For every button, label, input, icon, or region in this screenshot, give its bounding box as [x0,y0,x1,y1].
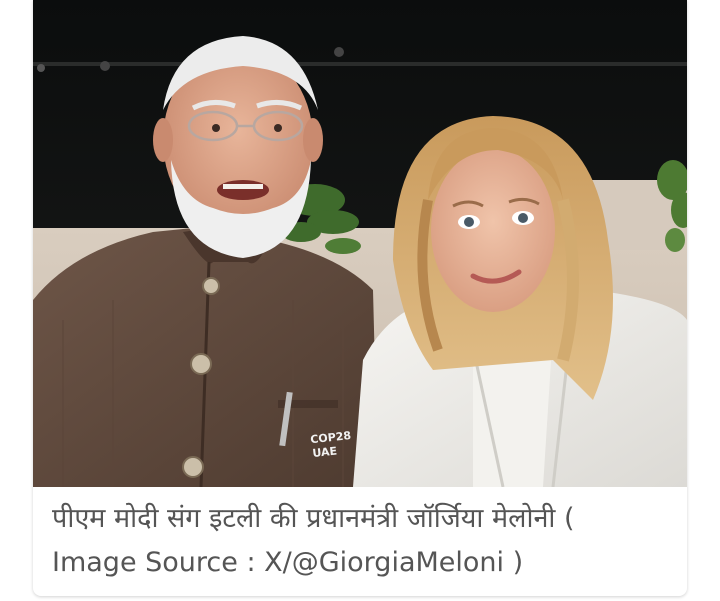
selfie-photo[interactable]: COP28 UAE [33,0,687,487]
woman-face [431,148,555,312]
image-caption: पीएम मोदी संग इटली की प्रधानमंत्री जॉर्ज… [52,497,672,585]
caption-line-hindi: पीएम मोदी संग इटली की प्रधानमंत्री जॉर्ज… [52,503,575,534]
article-image-card: COP28 UAE पीएम मोदी संग इटली की प्रधानमं… [33,0,687,596]
selfie-photo-illustration: COP28 UAE [33,0,687,487]
badge-text-uae: UAE [312,445,338,461]
caption-line-source: Image Source : X/@GiorgiaMeloni ) [52,547,524,578]
